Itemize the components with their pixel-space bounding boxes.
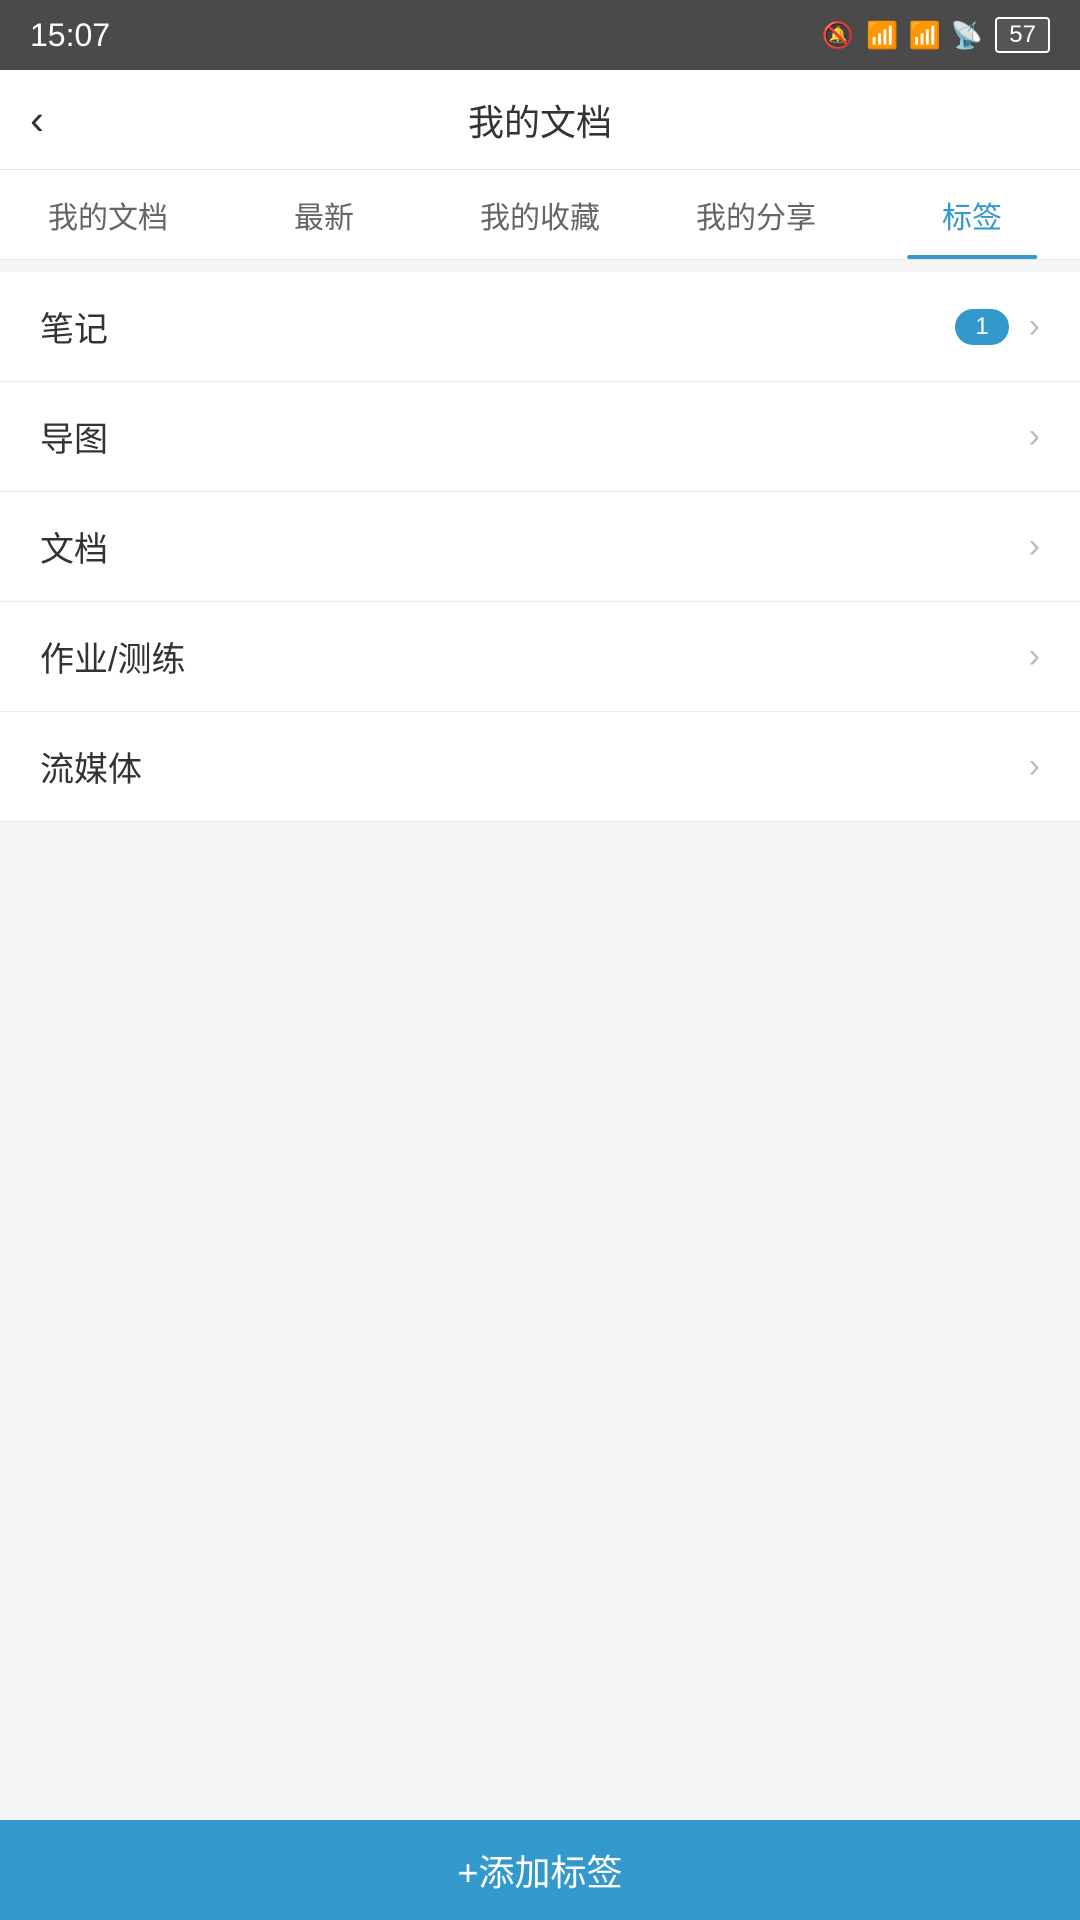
tab-shared[interactable]: 我的分享 — [648, 170, 864, 259]
signal-icon-2: 📶 — [909, 20, 939, 51]
signal-icon-1: 📶 — [866, 20, 896, 51]
chevron-icon-streaming: › — [1029, 747, 1040, 786]
header: ‹ 我的文档 — [0, 70, 1080, 170]
content-list: 笔记 1 › 导图 › 文档 › 作业/测练 › 流 — [0, 272, 1080, 822]
wifi-icon: 📡 — [951, 20, 983, 51]
battery-level: 57 — [995, 17, 1050, 53]
add-tag-button[interactable]: +添加标签 — [0, 1820, 1080, 1920]
tab-bar: 我的文档 最新 我的收藏 我的分享 标签 — [0, 170, 1080, 260]
list-item-homework[interactable]: 作业/测练 › — [0, 602, 1080, 712]
list-item-mindmap[interactable]: 导图 › — [0, 382, 1080, 492]
list-item-streaming[interactable]: 流媒体 › — [0, 712, 1080, 822]
back-button[interactable]: ‹ — [30, 99, 44, 141]
status-time: 15:07 — [30, 17, 110, 54]
no-disturb-icon: 🔕 — [822, 20, 854, 51]
battery-icon: 57 — [995, 17, 1050, 53]
tab-latest[interactable]: 最新 — [216, 170, 432, 259]
page-title: 我的文档 — [468, 94, 612, 146]
add-tag-button-label: +添加标签 — [457, 1844, 622, 1896]
tab-favorites[interactable]: 我的收藏 — [432, 170, 648, 259]
tab-my-docs[interactable]: 我的文档 — [0, 170, 216, 259]
list-item-docs-label: 文档 — [40, 522, 108, 571]
status-icons: 🔕 📶 📶 📡 57 — [822, 17, 1050, 53]
status-bar: 15:07 🔕 📶 📶 📡 57 — [0, 0, 1080, 70]
chevron-icon-docs: › — [1029, 527, 1040, 566]
list-item-notes[interactable]: 笔记 1 › — [0, 272, 1080, 382]
chevron-icon-mindmap: › — [1029, 417, 1040, 456]
list-item-homework-label: 作业/测练 — [40, 632, 185, 681]
list-item-streaming-label: 流媒体 — [40, 742, 142, 791]
list-item-mindmap-label: 导图 — [40, 412, 108, 461]
tab-tags[interactable]: 标签 — [864, 170, 1080, 259]
chevron-icon-notes: › — [1029, 307, 1040, 346]
list-item-notes-label: 笔记 — [40, 302, 108, 351]
notes-badge: 1 — [955, 309, 1008, 345]
chevron-icon-homework: › — [1029, 637, 1040, 676]
list-item-docs[interactable]: 文档 › — [0, 492, 1080, 602]
